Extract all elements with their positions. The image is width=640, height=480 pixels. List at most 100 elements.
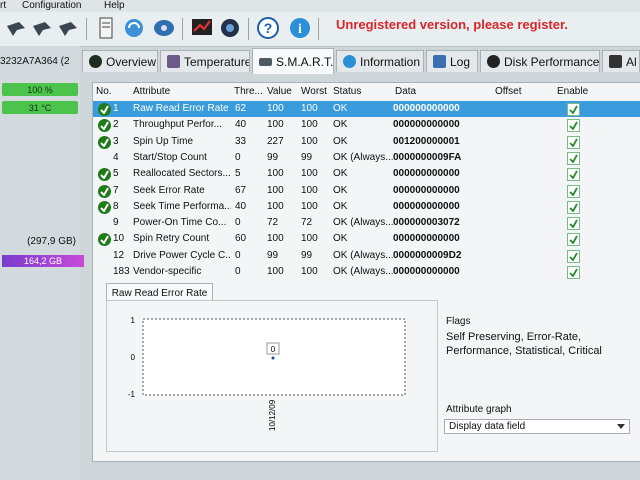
cell-data: 000000000000 [393, 103, 460, 114]
health-report-icon[interactable] [190, 16, 214, 40]
tab-overview[interactable]: Overview [82, 50, 158, 72]
table-row[interactable]: 1 Raw Read Error Rate 62 100 100 OK 0000000000… [93, 101, 640, 117]
enable-checkbox[interactable] [567, 249, 580, 263]
enable-checkbox[interactable] [567, 119, 580, 133]
refresh-icon[interactable] [122, 16, 146, 40]
table-row[interactable]: 12 Drive Power Cycle C... 0 99 99 OK (Always.… [93, 248, 640, 264]
y-tick-label: 1 [131, 316, 136, 325]
cell-threshold: 62 [235, 103, 247, 114]
col-status[interactable]: Status [333, 86, 361, 98]
table-row[interactable]: 10 Spin Retry Count 60 100 100 OK 000000000000… [93, 231, 640, 247]
enable-checkbox[interactable] [567, 184, 580, 198]
cell-threshold: 33 [235, 135, 247, 147]
table-row[interactable]: 2 Throughput Perfor... 40 100 100 OK 000000000… [93, 117, 640, 133]
enable-checkbox[interactable] [567, 266, 580, 279]
chevron-down-icon[interactable] [617, 424, 625, 429]
tool-icon-1[interactable] [4, 16, 28, 40]
tab-log[interactable]: Log [426, 50, 478, 72]
disk-icon[interactable] [152, 16, 176, 40]
tool-icon-2[interactable] [30, 16, 54, 40]
drive-title[interactable]: 3232A7A364 (2 [0, 56, 80, 67]
log-icon [433, 55, 446, 68]
cell-status: OK [333, 200, 348, 212]
table-row[interactable]: 5 Reallocated Sectors... 5 100 100 OK 00000000… [93, 166, 640, 182]
cell-status: OK [333, 168, 348, 180]
table-row[interactable]: 183 Vendor-specific 0 100 100 OK (Always... 00… [93, 264, 640, 280]
col-enable[interactable]: Enable [557, 86, 588, 98]
ok-check-icon [98, 184, 111, 198]
enable-checkbox[interactable] [567, 233, 580, 247]
tool-icon-3[interactable] [56, 16, 80, 40]
col-threshold[interactable]: Thre... [234, 86, 263, 98]
cell-value: 100 [267, 103, 284, 114]
cell-value: 100 [267, 184, 284, 196]
cell-threshold: 5 [235, 168, 241, 180]
table-row[interactable]: 7Seek Error Rate67100100OK0000000000000 [93, 183, 640, 199]
tab-information[interactable]: Information [336, 50, 424, 72]
data-point [271, 356, 275, 360]
col-data[interactable]: Data [395, 86, 416, 98]
check-circle-icon [89, 55, 102, 68]
col-value[interactable]: Value [267, 86, 292, 98]
toolbar-separator [318, 18, 319, 40]
cell-threshold: 0 [235, 249, 241, 261]
unregistered-notice[interactable]: Unregistered version, please register. [336, 17, 568, 32]
attribute-graph-select[interactable]: Display data field [444, 419, 630, 434]
table-row[interactable]: 8 Seek Time Performa... 40 100 100 OK 00000000… [93, 199, 640, 215]
ok-check-icon [98, 119, 111, 133]
cell-data: 000000000000 [393, 200, 460, 212]
info-icon[interactable]: i [288, 16, 312, 40]
table-row[interactable]: 4 Start/Stop Count 0 99 99 OK (Always... 00000… [93, 150, 640, 166]
enable-checkbox[interactable] [567, 103, 580, 116]
toolbar-separator [182, 18, 183, 40]
cell-status: OK (Always... [333, 266, 393, 277]
tab-disk-performance[interactable]: Disk Performance [480, 50, 600, 72]
cell-data: 0000000009D2 [393, 249, 462, 261]
enable-checkbox[interactable] [567, 135, 580, 149]
cell-attribute: Drive Power Cycle C... [133, 249, 231, 261]
cell-attribute: Seek Error Rate [133, 184, 205, 196]
col-worst[interactable]: Worst [301, 86, 327, 98]
enable-checkbox[interactable] [567, 151, 580, 165]
enable-checkbox[interactable] [567, 217, 580, 231]
menu-item-configuration[interactable]: Configuration [22, 0, 81, 11]
cell-attribute: Throughput Perfor... [133, 119, 222, 131]
col-offset[interactable]: Offset [495, 86, 522, 98]
toolbar-separator [248, 18, 249, 40]
enable-checkbox[interactable] [567, 168, 580, 182]
svg-text:i: i [298, 22, 302, 37]
cell-attribute: Seek Time Performa... [133, 200, 231, 212]
cell-status: OK [333, 119, 348, 131]
cell-status: OK (Always... [333, 151, 393, 163]
cell-worst: 100 [301, 266, 318, 277]
menu-item-rt[interactable]: rt [0, 0, 6, 11]
table-row[interactable]: 3Spin Up Time33227100OK0012000000010 [93, 134, 640, 150]
cell-value: 100 [267, 233, 284, 245]
cell-data: 001200000001 [393, 135, 460, 147]
col-attribute[interactable]: Attribute [133, 86, 170, 98]
col-no[interactable]: No. [96, 86, 112, 98]
cell-value: 72 [267, 217, 279, 229]
cell-worst: 100 [301, 135, 318, 147]
tab-alerts[interactable]: Al [602, 50, 640, 72]
thermometer-icon [167, 55, 180, 68]
cell-value: 99 [267, 249, 279, 261]
menu-item-help[interactable]: Help [104, 0, 125, 11]
cell-value: 99 [267, 151, 279, 163]
enable-checkbox[interactable] [567, 200, 580, 214]
drive-size: (297,9 GB) [27, 236, 76, 247]
backup-icon[interactable] [218, 16, 242, 40]
tab-smart[interactable]: S.M.A.R.T. [252, 48, 334, 74]
tab-temperature[interactable]: Temperature [160, 50, 250, 72]
cell-value: 100 [267, 200, 284, 212]
cell-threshold: 40 [235, 200, 247, 212]
attribute-graph-label: Attribute graph [446, 404, 512, 415]
cell-attribute: Power-On Time Co... [133, 217, 227, 229]
cell-no: 183 [113, 266, 130, 277]
disk-performance-icon [487, 55, 500, 68]
cell-data: 000000003072 [393, 217, 460, 229]
document-icon[interactable] [94, 16, 118, 40]
health-indicator: 100 % [2, 83, 78, 96]
table-row[interactable]: 9 Power-On Time Co... 0 72 72 OK (Always... 00… [93, 215, 640, 231]
help-icon[interactable]: ? [256, 16, 280, 40]
